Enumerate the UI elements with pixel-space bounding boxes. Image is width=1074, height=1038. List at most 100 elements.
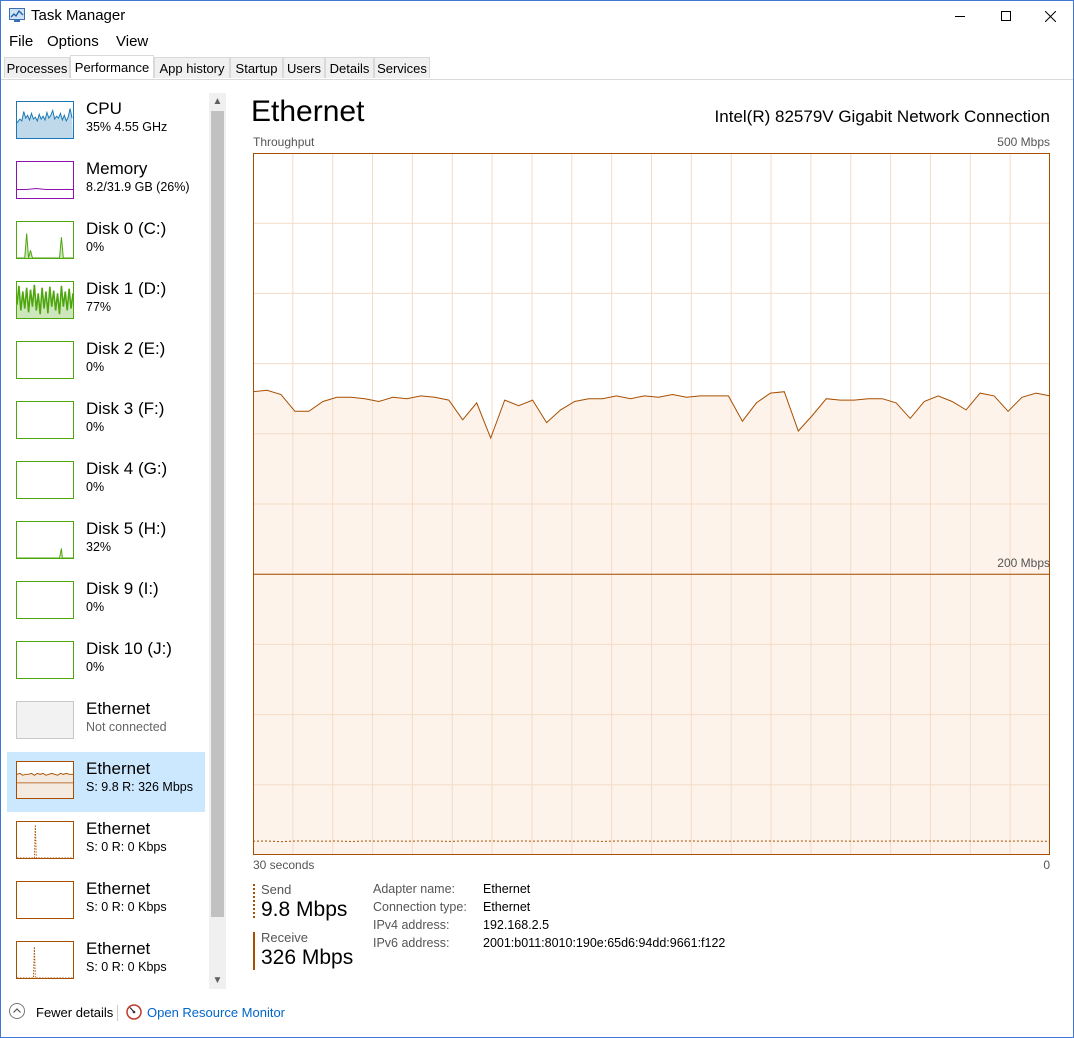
info-labels: Adapter name: Connection type: IPv4 addr… xyxy=(373,882,467,954)
disk-graph-icon xyxy=(16,641,74,679)
sidebar-item-disk-10-j-9[interactable]: Disk 10 (J:) 0% xyxy=(7,632,205,692)
sidebar-item-title: Ethernet xyxy=(86,939,151,958)
adapter-name-value: Ethernet xyxy=(483,882,531,896)
throughput-chart xyxy=(253,153,1050,855)
task-manager-window: Task Manager File Options View Processes… xyxy=(0,0,1074,1038)
open-resource-monitor-link[interactable]: Open Resource Monitor xyxy=(147,1005,285,1020)
footer-bar: Fewer details Open Resource Monitor xyxy=(1,997,1073,1037)
maximize-icon xyxy=(1001,11,1011,21)
send-stat: Send 9.8 Mbps xyxy=(253,880,363,921)
sidebar-item-disk-1-d-3[interactable]: Disk 1 (D:) 77% xyxy=(7,272,205,332)
footer-divider xyxy=(117,1005,118,1021)
ethernet-graph-icon xyxy=(16,761,74,799)
sidebar-item-title: Ethernet xyxy=(86,759,151,778)
sidebar-item-disk-5-h-7[interactable]: Disk 5 (H:) 32% xyxy=(7,512,205,572)
sidebar-item-subtitle: 0% xyxy=(86,480,105,494)
tab-startup[interactable]: Startup xyxy=(230,57,283,78)
adapter-description: Intel(R) 82579V Gigabit Network Connecti… xyxy=(714,107,1050,126)
info-values: Ethernet Ethernet 192.168.2.5 2001:b011:… xyxy=(483,882,725,954)
disk-graph-icon xyxy=(16,281,74,319)
sidebar-item-disk-9-i-8[interactable]: Disk 9 (I:) 0% xyxy=(7,572,205,632)
sidebar-item-subtitle: 0% xyxy=(86,420,105,434)
scroll-down-arrow-icon[interactable]: ▼ xyxy=(209,972,226,989)
window-title: Task Manager xyxy=(31,7,126,24)
resource-monitor-icon[interactable] xyxy=(126,1004,142,1020)
sidebar-item-subtitle: 0% xyxy=(86,360,105,374)
chart-max-label: 500 Mbps xyxy=(997,135,1050,149)
cpu-graph-icon xyxy=(16,101,74,139)
sidebar-item-subtitle: S: 0 R: 0 Kbps xyxy=(86,900,167,914)
tab-app-history[interactable]: App history xyxy=(154,57,230,78)
sidebar-item-subtitle: 35% 4.55 GHz xyxy=(86,120,168,134)
disk-graph-icon xyxy=(16,461,74,499)
sidebar-scrollbar[interactable]: ▲ ▼ xyxy=(209,93,226,989)
menu-options[interactable]: Options xyxy=(47,33,99,50)
minimize-icon xyxy=(955,16,965,17)
maximize-button[interactable] xyxy=(983,1,1029,31)
tab-processes[interactable]: Processes xyxy=(4,57,70,78)
sidebar-item-disk-0-c-2[interactable]: Disk 0 (C:) 0% xyxy=(7,212,205,272)
minimize-button[interactable] xyxy=(937,1,983,31)
disk-graph-icon xyxy=(16,581,74,619)
sidebar-item-ethernet-14[interactable]: Ethernet S: 0 R: 0 Kbps xyxy=(7,932,205,992)
axis-left-label: 30 seconds xyxy=(253,858,315,872)
sidebar-item-title: Disk 4 (G:) xyxy=(86,459,168,478)
fewer-details-button[interactable]: Fewer details xyxy=(36,1005,113,1020)
ethernet-graph-icon xyxy=(16,821,74,859)
sidebar-item-subtitle: Not connected xyxy=(86,720,167,734)
ipv6-address-value: 2001:b011:8010:190e:65d6:94dd:9661:f122 xyxy=(483,936,726,950)
chart-grid xyxy=(253,153,1050,855)
sidebar-item-subtitle: 0% xyxy=(86,600,105,614)
disk-graph-icon xyxy=(16,221,74,259)
scroll-up-arrow-icon[interactable]: ▲ xyxy=(209,93,226,110)
info-label: Connection type: xyxy=(373,900,467,914)
tab-users[interactable]: Users xyxy=(283,57,325,78)
sidebar-item-disk-4-g-6[interactable]: Disk 4 (G:) 0% xyxy=(7,452,205,512)
menu-view[interactable]: View xyxy=(116,33,148,50)
tab-bar: Processes Performance App history Startu… xyxy=(1,55,1073,80)
tab-details[interactable]: Details xyxy=(325,57,374,78)
sidebar-item-subtitle: S: 9.8 R: 326 Mbps xyxy=(86,780,194,794)
scroll-thumb[interactable] xyxy=(211,111,224,917)
sidebar-item-memory-1[interactable]: Memory 8.2/31.9 GB (26%) xyxy=(7,152,205,212)
menu-bar: File Options View xyxy=(1,31,1073,53)
sidebar-item-subtitle: 0% xyxy=(86,660,105,674)
axis-right-label: 0 xyxy=(1043,858,1050,872)
sidebar-item-disk-2-e-4[interactable]: Disk 2 (E:) 0% xyxy=(7,332,205,392)
sidebar-item-disk-3-f-5[interactable]: Disk 3 (F:) 0% xyxy=(7,392,205,452)
sidebar-item-title: Disk 0 (C:) xyxy=(86,219,167,238)
sidebar-item-title: Disk 5 (H:) xyxy=(86,519,167,538)
send-value: 9.8 Mbps xyxy=(261,898,348,921)
disk-graph-icon xyxy=(16,401,74,439)
chart-label: Throughput xyxy=(253,135,315,149)
sidebar-item-title: Disk 9 (I:) xyxy=(86,579,159,598)
receive-value: 326 Mbps xyxy=(261,946,354,969)
page-title: Ethernet xyxy=(251,95,365,128)
sidebar-item-subtitle: 8.2/31.9 GB (26%) xyxy=(86,180,190,194)
close-icon xyxy=(1044,10,1056,22)
tab-performance[interactable]: Performance xyxy=(70,55,154,78)
sidebar-item-ethernet-13[interactable]: Ethernet S: 0 R: 0 Kbps xyxy=(7,872,205,932)
ethernet-graph-icon xyxy=(16,881,74,919)
receive-stat: Receive 326 Mbps xyxy=(253,928,363,973)
sidebar-item-subtitle: S: 0 R: 0 Kbps xyxy=(86,960,167,974)
chevron-up-icon[interactable] xyxy=(9,1003,25,1019)
sidebar-item-title: Ethernet xyxy=(86,819,151,838)
info-label: Adapter name: xyxy=(373,882,455,896)
sidebar-item-ethernet-12[interactable]: Ethernet S: 0 R: 0 Kbps xyxy=(7,812,205,872)
title-bar[interactable]: Task Manager xyxy=(1,1,1073,31)
sidebar-item-title: Ethernet xyxy=(86,699,151,718)
task-manager-icon xyxy=(9,8,25,22)
sidebar-item-subtitle: S: 0 R: 0 Kbps xyxy=(86,840,167,854)
close-button[interactable] xyxy=(1027,1,1073,31)
menu-file[interactable]: File xyxy=(9,33,33,50)
sidebar-item-ethernet-11[interactable]: Ethernet S: 9.8 R: 326 Mbps xyxy=(7,752,205,812)
tab-services[interactable]: Services xyxy=(374,57,430,78)
sidebar-item-title: Memory xyxy=(86,159,148,178)
info-label: IPv6 address: xyxy=(373,936,450,950)
sidebar-item-cpu-0[interactable]: CPU 35% 4.55 GHz xyxy=(7,92,205,152)
send-legend-line xyxy=(253,884,255,918)
ethernet-graph-icon xyxy=(16,941,74,979)
sidebar-item-ethernet-10[interactable]: Ethernet Not connected xyxy=(7,692,205,752)
ethernet-graph-icon xyxy=(16,701,74,739)
